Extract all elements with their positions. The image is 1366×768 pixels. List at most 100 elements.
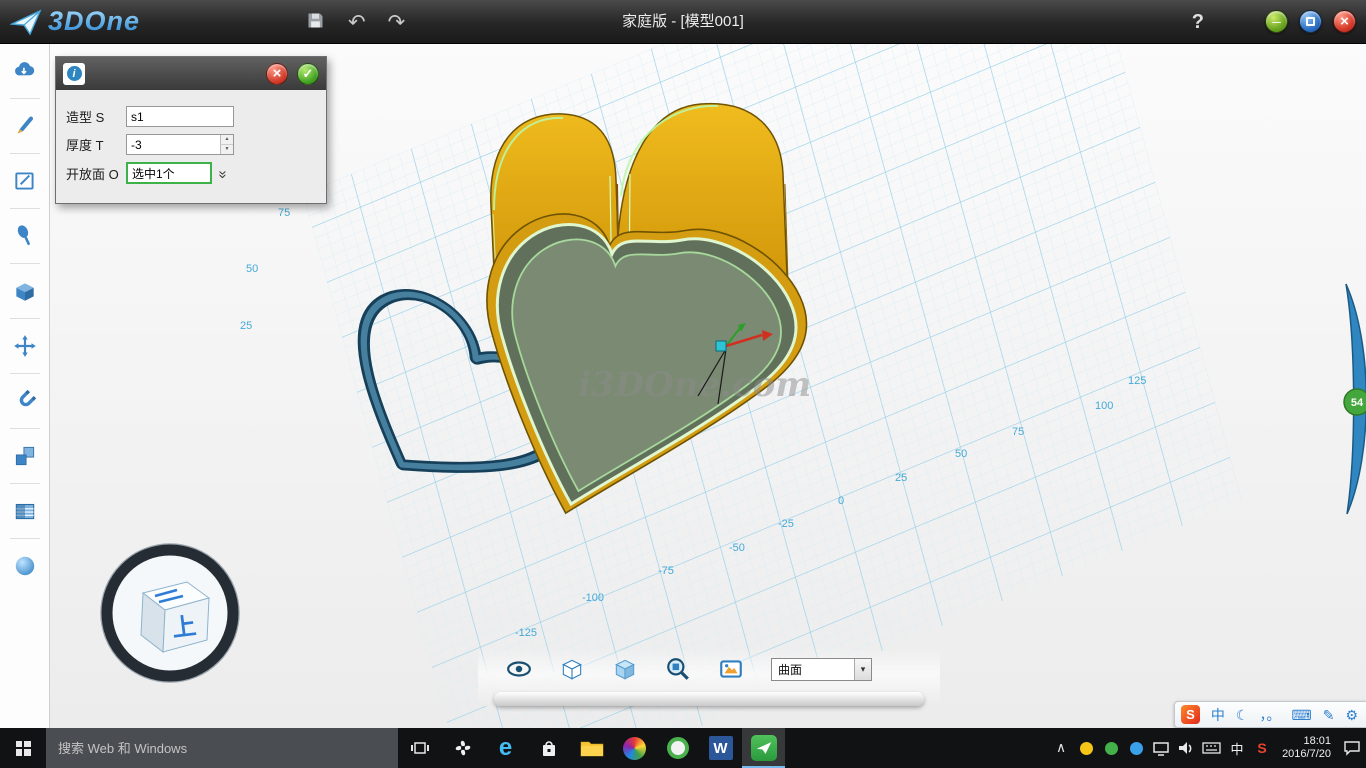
taskbar-app-3done[interactable] <box>742 728 785 768</box>
ime-keyboard-icon[interactable]: ⌨ <box>1291 708 1311 722</box>
title-bar: 3DOne ↶ ↷ 家庭版 - [模型001] ? ─ × <box>0 0 1366 44</box>
zoom-button[interactable] <box>665 656 691 682</box>
search-input[interactable] <box>46 728 398 768</box>
action-center-icon <box>1342 739 1362 757</box>
help-button[interactable]: ? <box>1192 0 1204 44</box>
thickness-input[interactable] <box>126 134 234 155</box>
sidebar-item-community[interactable] <box>0 44 50 98</box>
start-button[interactable] <box>0 728 46 768</box>
volume-icon <box>1177 740 1195 756</box>
spin-up-button[interactable]: ▲ <box>220 135 233 144</box>
folder-icon <box>579 736 605 760</box>
windows-logo-icon <box>16 741 31 756</box>
assembly-cubes-icon <box>12 443 38 469</box>
ime-chinese-toggle[interactable]: 中 <box>1211 708 1225 722</box>
ime-indicator[interactable]: 中 <box>1228 739 1246 758</box>
sidebar-item-sketch[interactable] <box>0 154 50 208</box>
handle-badge-text: 54 <box>1351 397 1364 409</box>
sidebar-item-deform[interactable] <box>0 209 50 263</box>
action-center-button[interactable] <box>1342 739 1362 757</box>
cloud-download-icon <box>12 58 38 84</box>
ime-pen-icon[interactable]: ✎ <box>1323 708 1335 722</box>
open-face-input[interactable] <box>126 162 212 184</box>
tool-sidebar <box>0 44 50 728</box>
maximize-button[interactable] <box>1299 10 1322 33</box>
shaded-cube-button[interactable] <box>612 656 638 682</box>
sidebar-item-feature[interactable] <box>0 264 50 318</box>
system-tray: ∧ 中 S <box>1052 728 1366 768</box>
blue-dot-icon <box>1130 742 1143 755</box>
edge-icon: e <box>499 736 512 760</box>
network-button[interactable] <box>1152 740 1170 756</box>
paint-brush-icon <box>12 113 38 139</box>
yellow-dot-icon <box>1080 742 1093 755</box>
sidebar-item-magnet[interactable] <box>0 374 50 428</box>
property-dialog: i × ✓ 造型 S 厚度 T ▲ ▼ 开放面 O <box>55 56 327 204</box>
tray-app-green[interactable] <box>1102 742 1120 755</box>
ime-settings-icon[interactable]: ⚙ <box>1345 708 1358 722</box>
undo-button[interactable]: ↶ <box>348 12 366 33</box>
view-cube-face-label: 上 <box>171 613 198 643</box>
taskbar-app-word[interactable]: W <box>699 728 742 768</box>
taskbar-app-browser[interactable] <box>656 728 699 768</box>
thickness-label: 厚度 T <box>66 135 126 154</box>
view-rotate-handle[interactable]: 54 <box>1344 284 1366 514</box>
dialog-body: 造型 S 厚度 T ▲ ▼ 开放面 O » <box>56 90 326 203</box>
tray-expand-button[interactable]: ∧ <box>1052 740 1070 756</box>
wireframe-cube-button[interactable] <box>559 656 585 682</box>
open-face-label: 开放面 O <box>66 164 126 183</box>
taskbar-app-store[interactable] <box>527 728 570 768</box>
tray-app-yellow[interactable] <box>1077 742 1095 755</box>
touch-keyboard-button[interactable] <box>1202 741 1221 755</box>
sidebar-item-render[interactable] <box>0 539 50 593</box>
display-toolbar: 曲面 ▾ <box>478 648 940 706</box>
word-icon: W <box>709 736 733 760</box>
sidebar-item-section[interactable] <box>0 484 50 538</box>
spin-down-button[interactable]: ▼ <box>220 144 233 154</box>
clock[interactable]: 18:01 2016/7/20 <box>1278 735 1335 761</box>
minimize-button[interactable]: ─ <box>1265 10 1288 33</box>
task-view-icon <box>411 741 429 755</box>
redo-button[interactable]: ↷ <box>388 12 406 33</box>
ime-moon-icon[interactable]: ☾ <box>1236 708 1249 722</box>
close-button[interactable]: × <box>1333 10 1356 33</box>
save-button[interactable] <box>305 10 326 35</box>
taskbar-app-pinwheel[interactable] <box>441 728 484 768</box>
move-arrows-icon <box>12 333 38 359</box>
task-view-button[interactable] <box>398 728 441 768</box>
clock-date: 2016/7/20 <box>1282 748 1331 761</box>
keyboard-icon <box>1202 741 1221 755</box>
ime-punctuation-toggle[interactable]: ，。 <box>1259 708 1280 722</box>
sidebar-item-move[interactable] <box>0 319 50 373</box>
network-icon <box>1152 740 1170 756</box>
green-dot-icon <box>1105 742 1118 755</box>
visibility-eye-button[interactable] <box>506 656 532 682</box>
tray-app-blue[interactable] <box>1127 742 1145 755</box>
sogou-tray-icon[interactable]: S <box>1253 740 1271 756</box>
taskbar-search <box>46 728 398 768</box>
volume-button[interactable] <box>1177 740 1195 756</box>
sogou-logo-icon[interactable]: S <box>1181 705 1200 724</box>
confirm-button[interactable]: ✓ <box>297 63 319 85</box>
dialog-header: i × ✓ <box>56 57 326 90</box>
store-bag-icon <box>537 736 561 760</box>
render-mode-select[interactable]: 曲面 ▾ <box>771 658 872 681</box>
expand-chevron-icon[interactable]: » <box>215 170 232 176</box>
sidebar-item-assembly[interactable] <box>0 429 50 483</box>
taskbar-app-media[interactable] <box>613 728 656 768</box>
window-title: 家庭版 - [模型001] <box>0 0 1366 44</box>
ime-toolbar: S 中 ☾ ，。 ⌨ ✎ ⚙ <box>1174 701 1366 728</box>
threedone-icon <box>751 735 777 761</box>
toolbar-shelf <box>494 692 924 706</box>
spoon-icon <box>12 223 38 249</box>
view-cube[interactable]: 上 <box>95 538 245 688</box>
cancel-button[interactable]: × <box>266 63 288 85</box>
render-sphere-icon <box>12 553 38 579</box>
sidebar-item-paint[interactable] <box>0 99 50 153</box>
chevron-down-icon[interactable]: ▾ <box>854 659 871 680</box>
watermark-text: i3DOne.com <box>578 365 811 405</box>
taskbar-app-explorer[interactable] <box>570 728 613 768</box>
shape-input[interactable] <box>126 106 234 127</box>
taskbar-app-edge[interactable]: e <box>484 728 527 768</box>
snapshot-button[interactable] <box>718 656 744 682</box>
